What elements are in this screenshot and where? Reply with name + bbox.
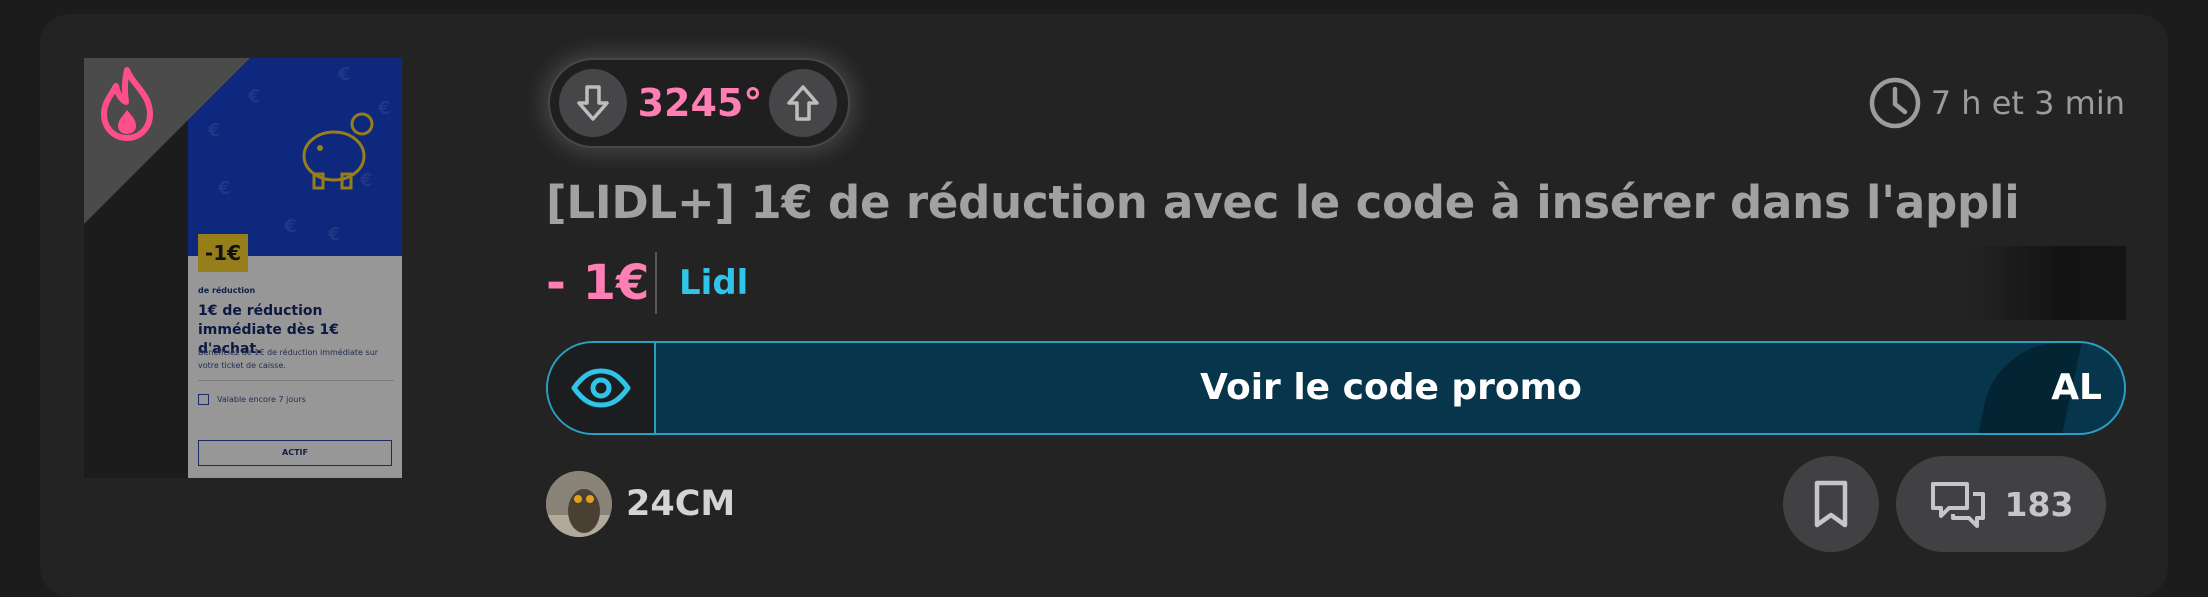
calendar-icon <box>198 394 209 405</box>
thumbnail-badge: -1€ <box>198 234 248 272</box>
thumbnail-small-label: de réduction <box>198 286 256 295</box>
comments-icon <box>1930 482 1985 528</box>
deal-author[interactable]: 24CM <box>546 470 735 538</box>
avatar <box>546 471 612 537</box>
reveal-code-label: Voir le code promo <box>1200 367 1582 408</box>
owl-avatar-image <box>546 471 612 537</box>
thumbnail-validity: Valable encore 7 jours <box>198 394 306 405</box>
vote-down-button[interactable] <box>559 69 627 137</box>
posted-time: 7 h et 3 min <box>1867 74 2125 132</box>
reveal-code-button[interactable]: Voir le code promo AL <box>546 341 2126 435</box>
deal-temperature: 3245° <box>637 81 763 125</box>
thumbnail-validity-text: Valable encore 7 jours <box>217 395 306 404</box>
posted-time-text: 7 h et 3 min <box>1930 84 2125 122</box>
comment-count: 183 <box>2004 484 2074 524</box>
arrow-up-icon <box>787 85 819 121</box>
clock-icon <box>1869 77 1920 129</box>
thumbnail-divider <box>198 380 394 381</box>
reveal-icon-area <box>548 343 656 433</box>
deal-title[interactable]: [LIDL+] 1€ de réduction avec le code à i… <box>546 176 2020 229</box>
user-name: 24CM <box>626 484 736 524</box>
bookmark-icon <box>1814 480 1848 528</box>
thumbnail-button: ACTIF <box>198 440 392 466</box>
code-peek: AL <box>2051 367 2102 408</box>
merchant-link[interactable]: Lidl <box>679 252 748 314</box>
comments-button[interactable]: 183 <box>1896 456 2106 552</box>
faded-overlay <box>1970 246 2126 320</box>
eye-icon <box>571 368 631 408</box>
arrow-down-icon <box>577 85 609 121</box>
deal-price: - 1€ <box>546 255 650 311</box>
flame-icon <box>101 67 153 141</box>
piggy-bank-icon <box>302 112 374 190</box>
vote-up-button[interactable] <box>769 69 837 137</box>
vote-control: 3245° <box>548 58 850 148</box>
price-divider <box>655 252 657 314</box>
deal-thumbnail[interactable]: € € € € € € € € € -1€ de réduction 1€ de… <box>84 58 402 478</box>
bookmark-button[interactable] <box>1783 456 1879 552</box>
thumbnail-description: Bénéficiez de 1€ de réduction immédiate … <box>198 348 379 370</box>
